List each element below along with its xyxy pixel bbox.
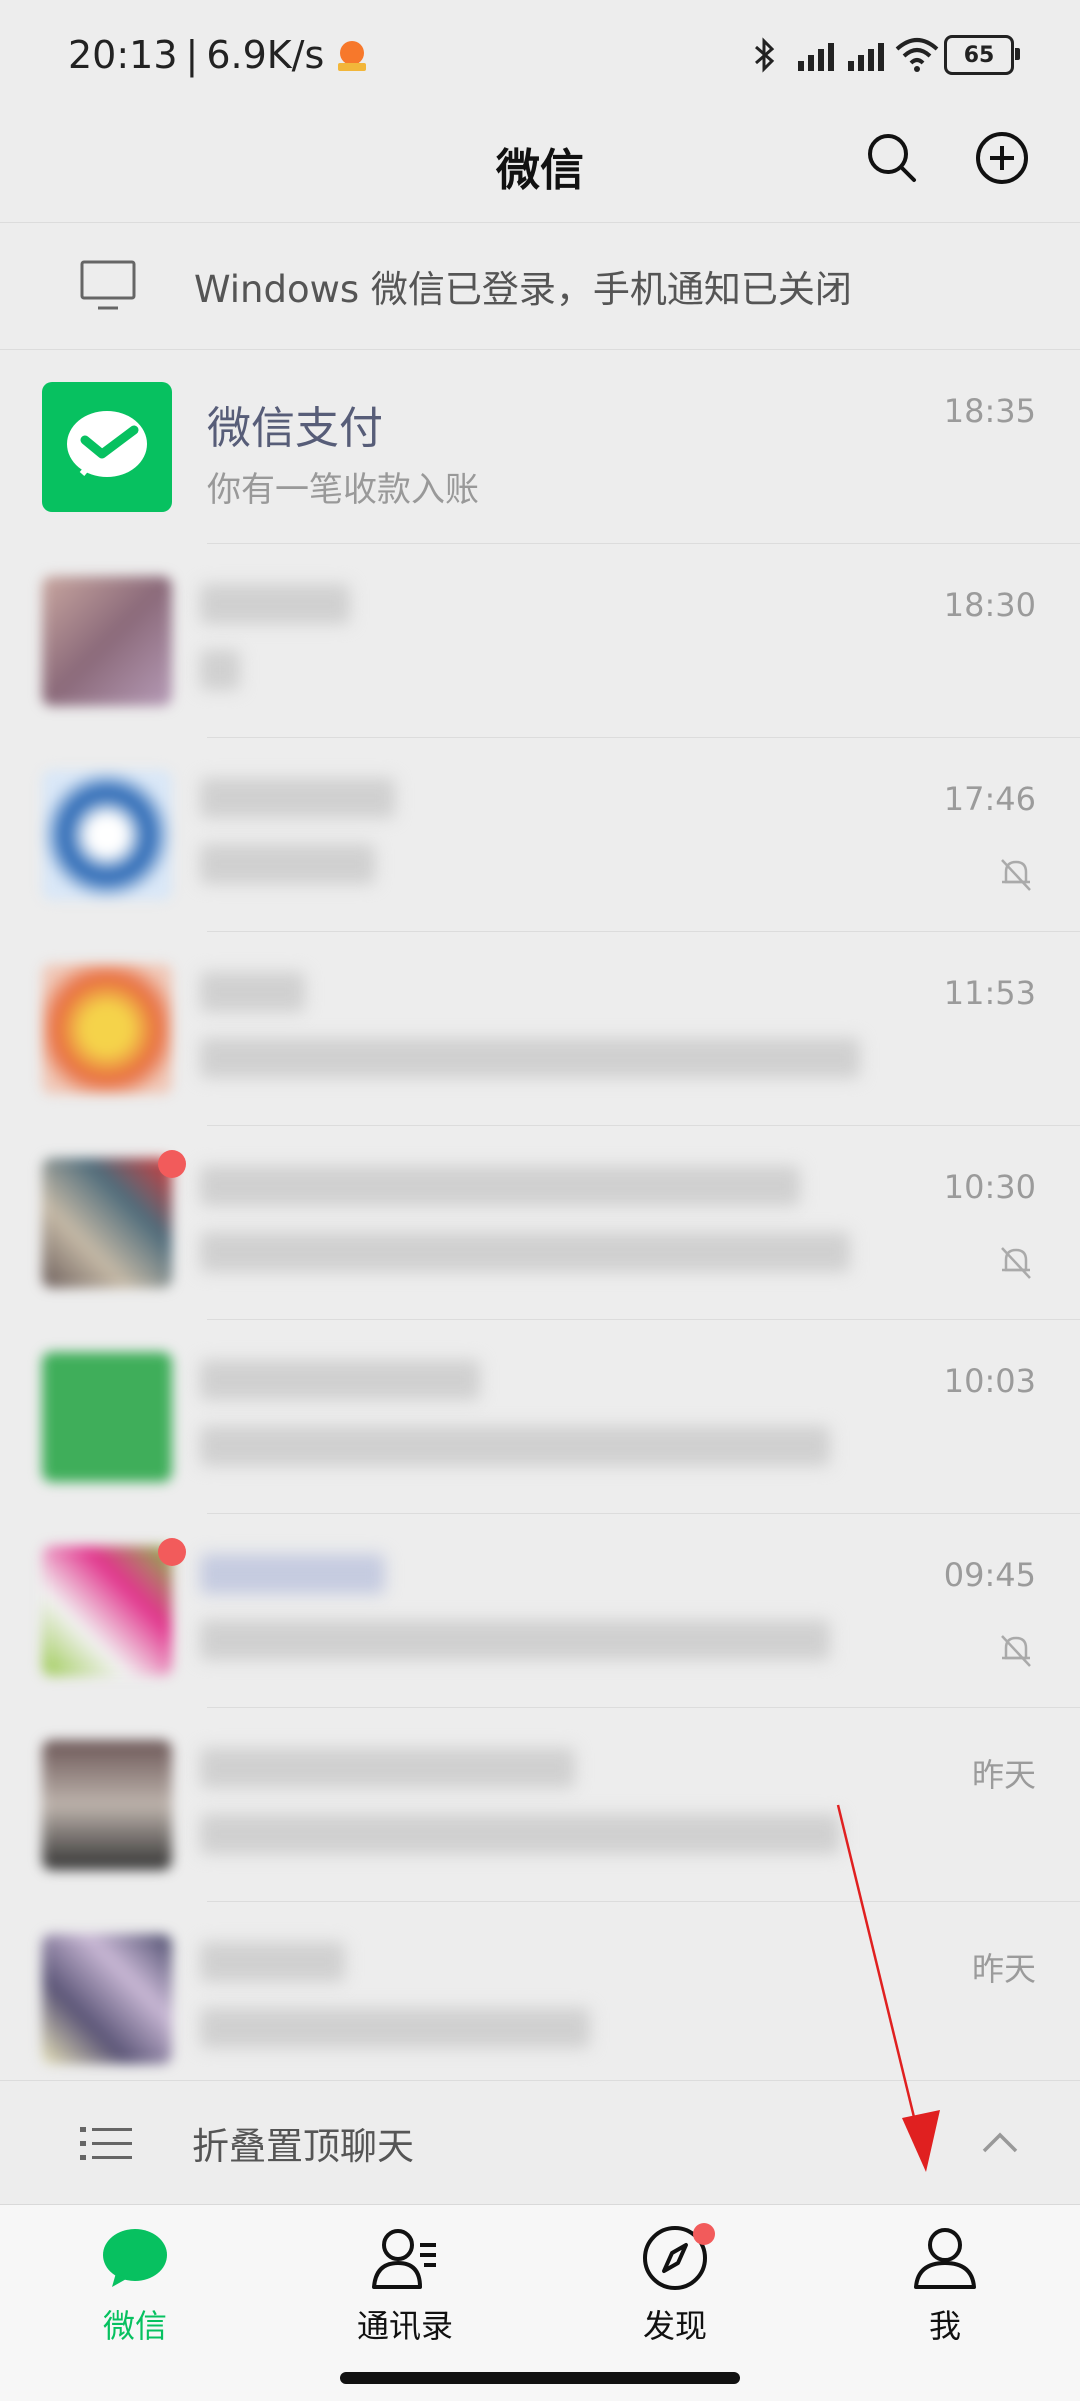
notification-dot bbox=[693, 2223, 715, 2245]
contacts-icon bbox=[372, 2229, 436, 2289]
tab-label: 发现 bbox=[642, 2307, 707, 2345]
tab-label: 我 bbox=[928, 2307, 961, 2345]
tab-chats[interactable]: 微信 bbox=[45, 2223, 225, 2363]
tab-contacts[interactable]: 通讯录 bbox=[315, 2223, 495, 2363]
chat-bubble-icon bbox=[103, 2229, 167, 2287]
tab-label: 通讯录 bbox=[356, 2307, 453, 2345]
tab-me[interactable]: 我 bbox=[855, 2223, 1035, 2363]
person-icon bbox=[914, 2228, 976, 2289]
annotation-arrow bbox=[836, 1804, 940, 2172]
tab-discover[interactable]: 发现 bbox=[585, 2223, 765, 2363]
tab-label: 微信 bbox=[102, 2307, 167, 2345]
home-indicator[interactable] bbox=[340, 2372, 740, 2384]
